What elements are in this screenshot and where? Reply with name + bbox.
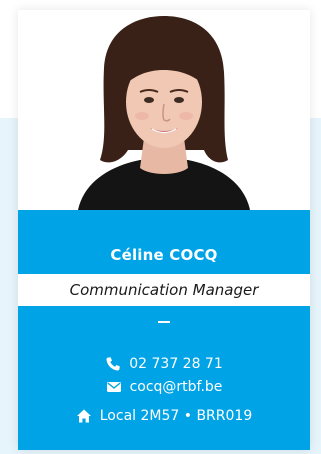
- profile-card: Céline COCQ Communication Manager 02 737…: [18, 10, 310, 450]
- home-icon: [76, 408, 92, 424]
- contact-panel: Céline COCQ Communication Manager 02 737…: [18, 210, 310, 450]
- separator-dash: [158, 321, 170, 323]
- email-row[interactable]: cocq@rtbf.be: [18, 376, 310, 398]
- email-address: cocq@rtbf.be: [129, 379, 223, 395]
- phone-icon: [105, 356, 121, 372]
- office-row: Local 2M57 • BRR019: [18, 405, 310, 427]
- page: Céline COCQ Communication Manager 02 737…: [0, 0, 321, 454]
- person-name: Céline COCQ: [110, 246, 218, 264]
- phone-row[interactable]: 02 737 28 71: [18, 353, 310, 375]
- role-bar: Communication Manager: [18, 274, 310, 306]
- envelope-icon: [106, 379, 122, 395]
- profile-photo: [18, 10, 310, 210]
- phone-number: 02 737 28 71: [129, 356, 223, 372]
- job-title: Communication Manager: [69, 281, 259, 299]
- office-location: Local 2M57 • BRR019: [99, 408, 253, 424]
